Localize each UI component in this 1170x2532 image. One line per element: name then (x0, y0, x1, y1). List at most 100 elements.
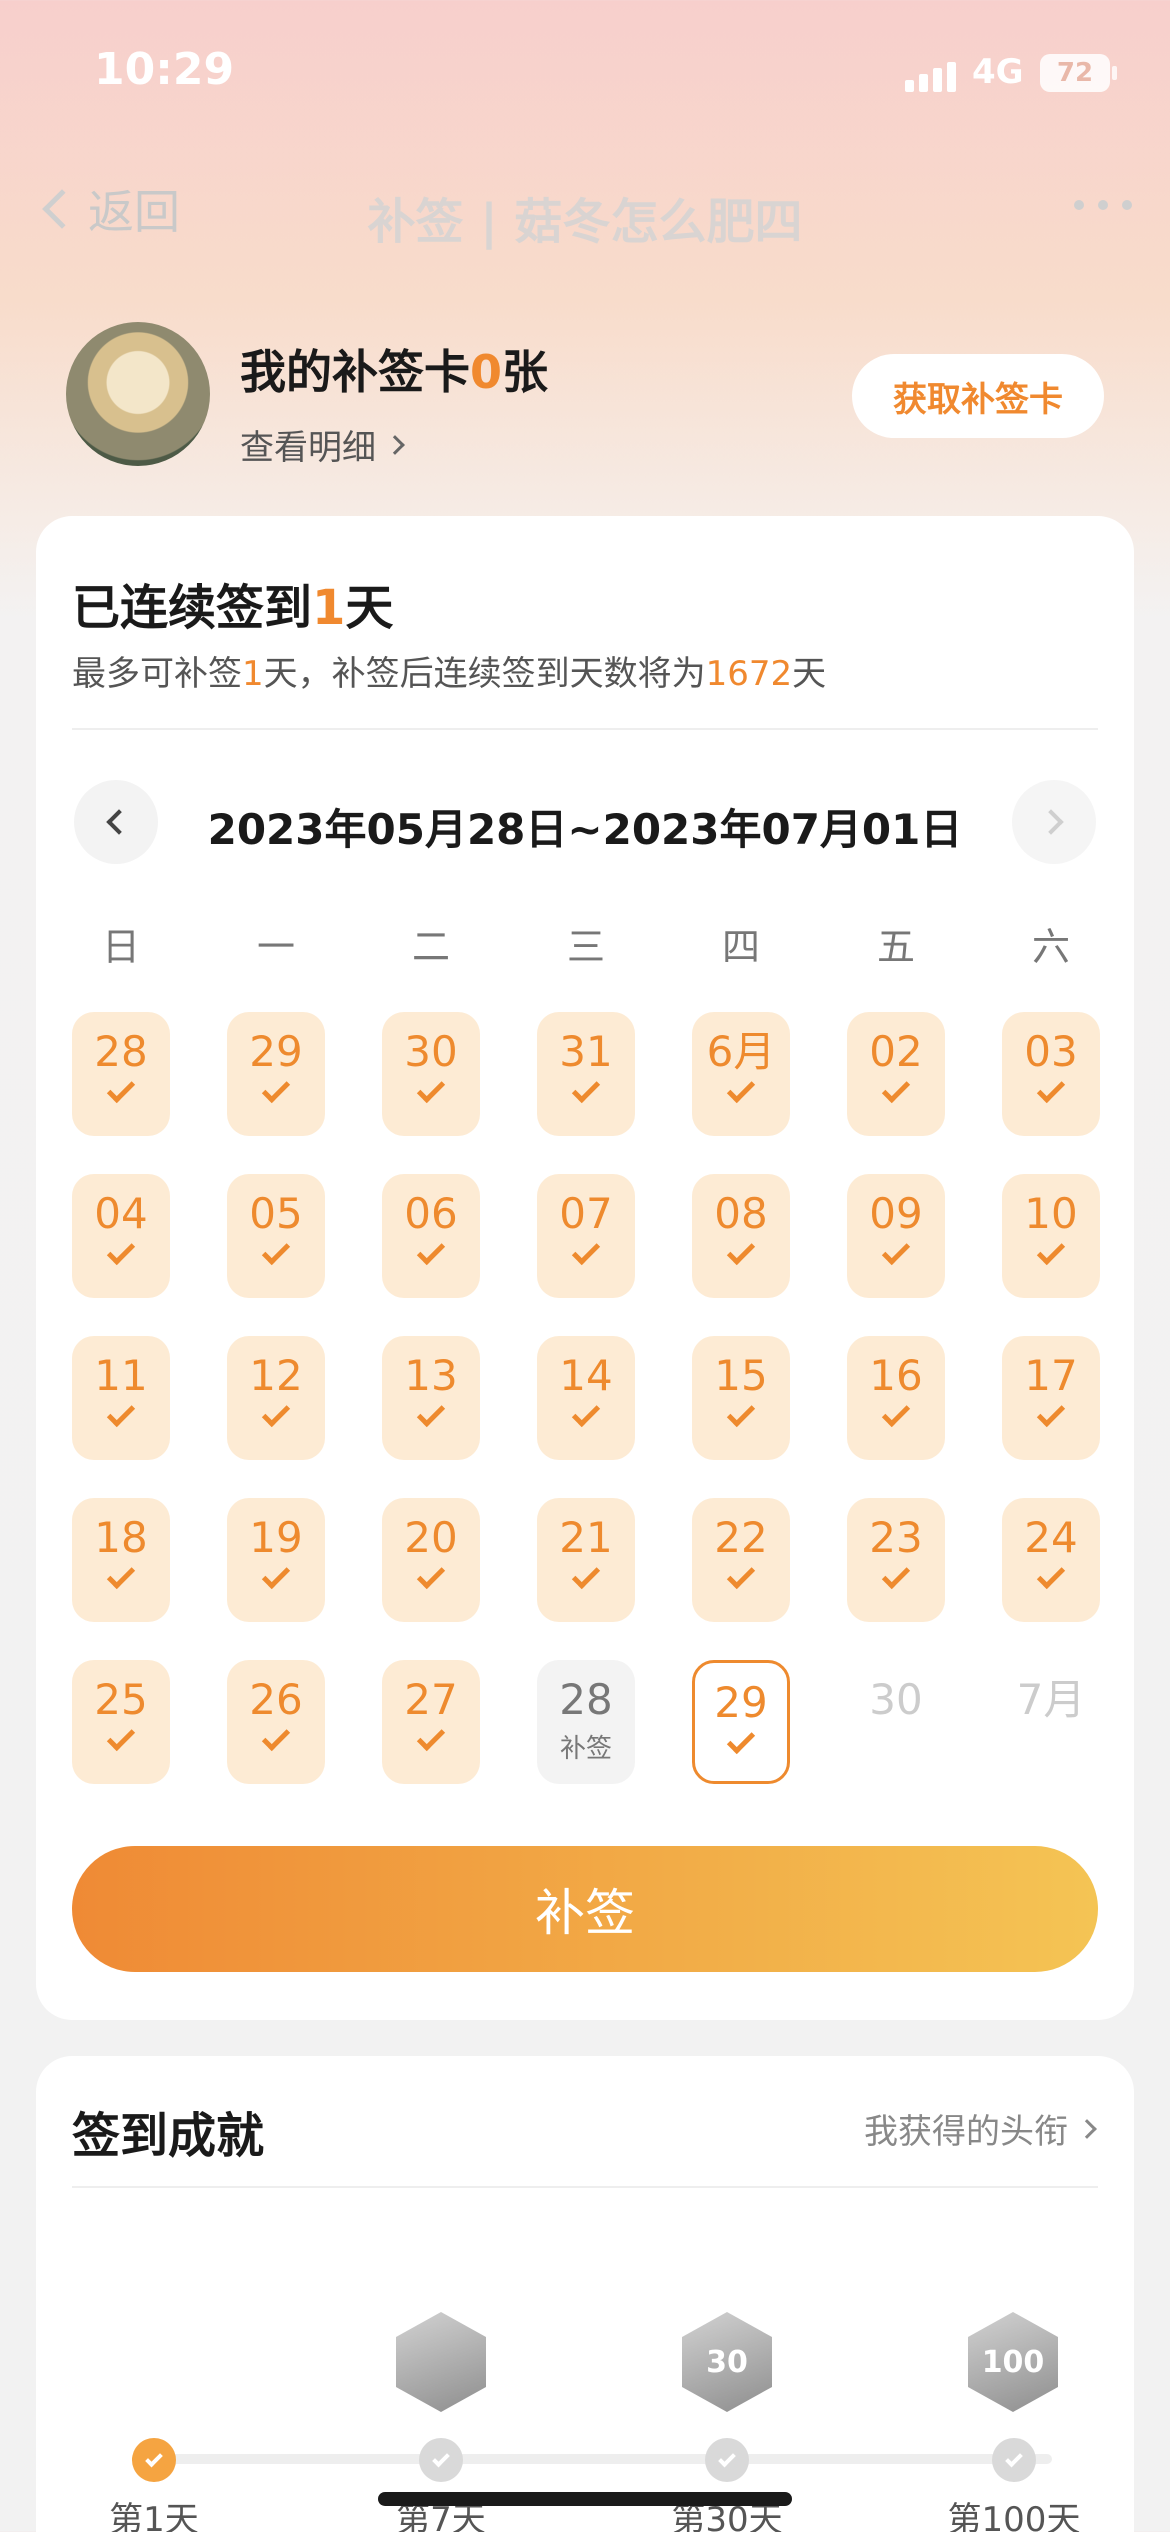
calendar-day[interactable]: 02 (847, 1012, 945, 1136)
check-icon (106, 1398, 136, 1428)
calendar-day[interactable]: 19 (227, 1498, 325, 1622)
badge-7-days-icon[interactable] (396, 2312, 486, 2412)
status-time: 10:29 (94, 44, 235, 95)
check-icon (881, 1398, 911, 1428)
calendar-day[interactable]: 27 (382, 1660, 480, 1784)
home-indicator[interactable] (378, 2492, 792, 2506)
calendar-day[interactable]: 29 (227, 1012, 325, 1136)
day-number: 19 (249, 1513, 303, 1562)
check-icon (106, 1722, 136, 1752)
streak-subtitle: 最多可补签1天，补签后连续签到天数将为1672天 (72, 646, 826, 695)
milestone-label: 第1天 (109, 2500, 199, 2532)
calendar-day[interactable]: 21 (537, 1498, 635, 1622)
calendar-day[interactable]: 11 (72, 1336, 170, 1460)
cards-prefix: 我的补签卡 (240, 345, 470, 399)
check-icon (1005, 2449, 1023, 2467)
calendar-day[interactable]: 29 (692, 1660, 790, 1784)
makeup-button[interactable]: 补签 (72, 1846, 1098, 1972)
calendar-day[interactable]: 09 (847, 1174, 945, 1298)
day-number: 22 (714, 1513, 768, 1562)
check-icon (881, 1560, 911, 1590)
calendar-day[interactable]: 7月 (1002, 1660, 1100, 1784)
calendar-day[interactable]: 31 (537, 1012, 635, 1136)
day-number: 20 (404, 1513, 458, 1562)
calendar-day[interactable]: 13 (382, 1336, 480, 1460)
check-icon (416, 1398, 446, 1428)
weekday-label: 四 (721, 925, 760, 969)
calendar-day[interactable]: 30 (382, 1012, 480, 1136)
calendar-day[interactable]: 16 (847, 1336, 945, 1460)
day-number: 17 (1024, 1351, 1078, 1400)
day-number: 24 (1024, 1513, 1078, 1562)
calendar-day[interactable]: 20 (382, 1498, 480, 1622)
check-icon (261, 1722, 291, 1752)
check-icon (106, 1560, 136, 1590)
achievements-title: 签到成就 (72, 2108, 265, 2164)
view-details-link[interactable]: 查看明细 (240, 420, 405, 469)
divider (72, 728, 1098, 730)
calendar-day[interactable]: 28 (72, 1012, 170, 1136)
check-icon (1036, 1074, 1066, 1104)
next-range-button[interactable] (1012, 780, 1096, 864)
calendar-day[interactable]: 03 (1002, 1012, 1100, 1136)
weekday-label: 日 (101, 925, 140, 969)
day-number: 7月 (1016, 1675, 1086, 1724)
day-number: 6月 (706, 1027, 776, 1076)
calendar-day[interactable]: 26 (227, 1660, 325, 1784)
weekday-label: 一 (256, 925, 295, 969)
calendar-day[interactable]: 14 (537, 1336, 635, 1460)
check-icon (726, 1398, 756, 1428)
chevron-right-icon (1077, 2118, 1097, 2139)
progress-track (132, 2454, 1052, 2464)
check-icon (726, 1725, 756, 1755)
badge-30-days-hex: 30 (682, 2312, 772, 2412)
day-number: 07 (559, 1189, 613, 1238)
weekday-label: 三 (566, 925, 605, 969)
check-icon (261, 1398, 291, 1428)
check-icon (881, 1236, 911, 1266)
page-title: 补签 | 菇冬怎么肥四 (367, 194, 803, 250)
calendar-day[interactable]: 30 (847, 1660, 945, 1784)
calendar-day[interactable]: 07 (537, 1174, 635, 1298)
check-icon (261, 1074, 291, 1104)
calendar-day[interactable]: 04 (72, 1174, 170, 1298)
check-icon (416, 1236, 446, 1266)
check-icon (571, 1398, 601, 1428)
calendar-day[interactable]: 06 (382, 1174, 480, 1298)
my-titles-link[interactable]: 我获得的头衔 (864, 2104, 1097, 2153)
weekday-label: 二 (411, 925, 450, 969)
streak-suffix: 天 (345, 580, 394, 636)
milestone-label: 第100天 (947, 2500, 1081, 2532)
sub-mid: 天，补签后连续签到天数将为 (263, 654, 706, 694)
calendar-day[interactable]: 23 (847, 1498, 945, 1622)
day-number: 15 (714, 1351, 768, 1400)
calendar-day[interactable]: 6月 (692, 1012, 790, 1136)
more-button[interactable] (1074, 200, 1132, 210)
chevron-right-icon (1038, 809, 1064, 835)
badge-100-days-icon[interactable]: 100 (968, 2312, 1058, 2412)
cards-count: 0 (470, 345, 503, 399)
badge-7-days-hex (396, 2312, 486, 2412)
calendar-day[interactable]: 05 (227, 1174, 325, 1298)
calendar-day[interactable]: 15 (692, 1336, 790, 1460)
calendar-day[interactable]: 24 (1002, 1498, 1100, 1622)
calendar-day[interactable]: 08 (692, 1174, 790, 1298)
avatar[interactable] (66, 322, 210, 466)
day-number: 29 (714, 1678, 768, 1727)
calendar-day[interactable]: 17 (1002, 1336, 1100, 1460)
calendar-day[interactable]: 10 (1002, 1174, 1100, 1298)
badge-100-days-hex: 100 (968, 2312, 1058, 2412)
milestone-node-30 (705, 2438, 749, 2482)
cards-suffix: 张 (502, 345, 549, 399)
calendar-day[interactable]: 22 (692, 1498, 790, 1622)
calendar-day[interactable]: 12 (227, 1336, 325, 1460)
badge-30-days-icon[interactable]: 30 (682, 2312, 772, 2412)
day-number: 11 (94, 1351, 148, 1400)
date-range: 2023年05月28日~2023年07月01日 (207, 805, 963, 854)
get-makeup-card-button[interactable]: 获取补签卡 (852, 354, 1104, 438)
day-number: 13 (404, 1351, 458, 1400)
calendar-day[interactable]: 18 (72, 1498, 170, 1622)
calendar-day[interactable]: 25 (72, 1660, 170, 1784)
calendar-day[interactable]: 28 补签 (537, 1660, 635, 1784)
check-icon (416, 1074, 446, 1104)
